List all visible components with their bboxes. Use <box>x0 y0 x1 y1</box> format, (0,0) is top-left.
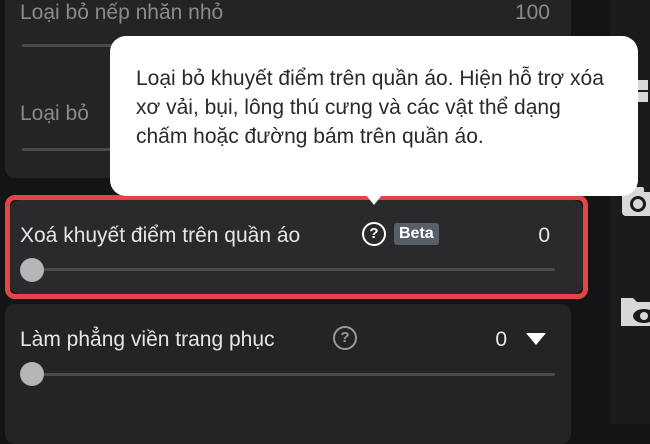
focus-highlight <box>5 195 588 299</box>
grid-icon[interactable] <box>636 78 650 108</box>
tooltip-arrow <box>366 195 382 205</box>
info-tooltip: Loại bỏ khuyết điểm trên quần áo. Hiện h… <box>110 36 638 196</box>
second-removal-label: Loại bỏ <box>20 102 89 125</box>
question-circle-icon[interactable]: ? <box>333 326 357 350</box>
caret-down-icon[interactable] <box>526 333 546 345</box>
wrinkle-removal-value: 100 <box>514 1 550 24</box>
edge-smoothing-slider[interactable] <box>22 373 555 376</box>
wrinkle-removal-label: Loại bỏ nếp nhăn nhỏ <box>20 1 224 24</box>
folder-eye-icon[interactable] <box>618 292 650 332</box>
tooltip-text: Loại bỏ khuyết điểm trên quần áo. Hiện h… <box>136 67 604 148</box>
edge-smoothing-label: Làm phẳng viền trang phục <box>20 328 275 351</box>
edge-smoothing-value: 0 <box>495 328 507 351</box>
edge-smoothing-slider-thumb[interactable] <box>20 362 44 386</box>
